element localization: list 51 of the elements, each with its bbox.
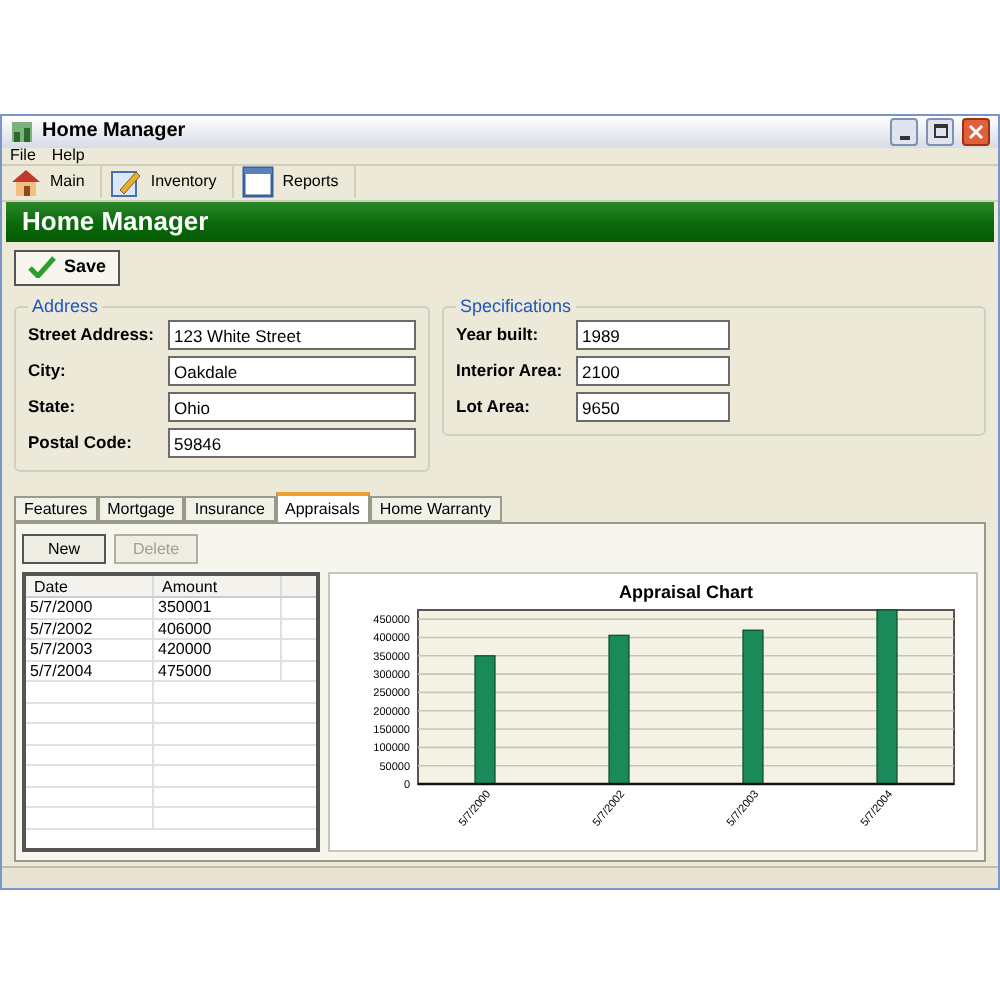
column-header: Amount: [154, 576, 282, 597]
text-field[interactable]: 1989: [576, 320, 730, 351]
table-cell: 5/7/2003: [26, 640, 154, 660]
table-cell: 475000: [154, 661, 282, 681]
tab[interactable]: Appraisals: [275, 492, 370, 523]
table-cell: 406000: [154, 619, 282, 639]
field-label: Street Address:: [28, 322, 156, 348]
text-field[interactable]: 2100: [576, 356, 730, 387]
text-field[interactable]: 59846: [168, 428, 416, 459]
menu-item[interactable]: Help: [51, 147, 85, 164]
toolbar-button[interactable]: Reports: [242, 166, 357, 199]
chart-title: Appraisal Chart: [618, 582, 754, 603]
house-icon: [10, 166, 42, 199]
field-label: State:: [28, 394, 78, 420]
report-icon: [242, 166, 275, 199]
column-header: Date: [26, 576, 154, 597]
text-field[interactable]: Ohio: [168, 392, 416, 423]
field-label: City:: [28, 358, 68, 384]
group-title: Specifications: [458, 293, 574, 320]
window-title: Home Manager: [42, 118, 188, 147]
maximize-button[interactable]: [926, 117, 954, 146]
check-icon: [28, 256, 56, 279]
field-label: Year built:: [456, 322, 541, 348]
table-cell: 350001: [154, 598, 282, 618]
chart-bar: [474, 655, 496, 785]
tab[interactable]: Home Warranty: [369, 496, 502, 523]
tab[interactable]: Features: [14, 496, 98, 523]
save-button[interactable]: Save: [14, 249, 121, 286]
field-label: Interior Area:: [456, 358, 565, 384]
group-title: Address: [30, 293, 101, 320]
app-icon: [10, 119, 34, 144]
pencil-icon: [110, 166, 143, 199]
text-field[interactable]: 123 White Street: [168, 320, 416, 351]
minimize-button[interactable]: [890, 117, 918, 146]
toolbar-button[interactable]: Inventory: [110, 166, 235, 199]
text-field[interactable]: 9650: [576, 392, 730, 423]
close-icon: [968, 123, 984, 140]
menu-item[interactable]: File: [10, 147, 36, 164]
tab[interactable]: Mortgage: [97, 496, 185, 523]
table-cell: 420000: [154, 640, 282, 660]
close-button[interactable]: [962, 117, 990, 146]
action-button[interactable]: New: [22, 534, 106, 565]
tab[interactable]: Insurance: [184, 496, 276, 523]
toolbar-button[interactable]: Main: [10, 166, 103, 199]
field-label: Postal Code:: [28, 430, 134, 456]
page-heading: Home Manager: [22, 204, 209, 241]
field-label: Lot Area:: [456, 394, 532, 420]
table-cell: 5/7/2002: [26, 619, 154, 639]
table-cell: 5/7/2000: [26, 598, 154, 618]
table-cell: 5/7/2004: [26, 661, 154, 681]
text-field[interactable]: Oakdale: [168, 356, 416, 387]
